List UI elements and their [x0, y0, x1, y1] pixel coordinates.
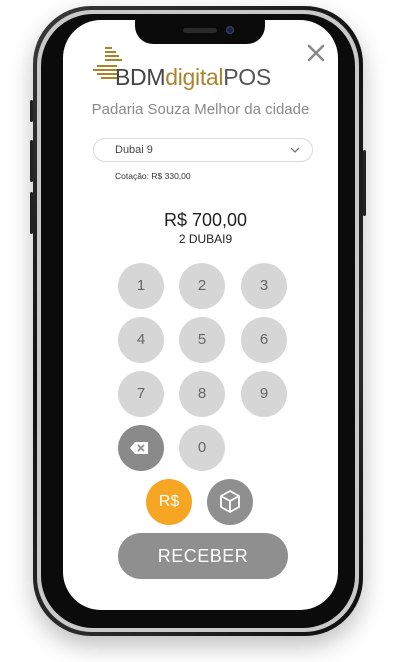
- speaker: [183, 28, 217, 33]
- amount-crypto: 2 DUBAI9: [178, 232, 233, 246]
- key-6[interactable]: 6: [241, 317, 287, 363]
- key-8[interactable]: 8: [179, 371, 225, 417]
- fiat-mode-button[interactable]: R$: [146, 479, 192, 525]
- mute-switch: [30, 100, 33, 122]
- brand-wordmark: BDMdigitalPOS: [115, 64, 271, 91]
- key-7[interactable]: 7: [118, 371, 164, 417]
- crypto-mode-button[interactable]: [207, 479, 253, 525]
- exchange-rate: Cotação: R$ 330,00: [115, 171, 191, 181]
- brand-part-pos: POS: [223, 64, 271, 90]
- key-9[interactable]: 9: [241, 371, 287, 417]
- amount-fiat: R$ 700,00: [163, 210, 248, 230]
- key-2[interactable]: 2: [179, 263, 225, 309]
- key-3[interactable]: 3: [241, 263, 287, 309]
- key-1[interactable]: 1: [118, 263, 164, 309]
- backspace-button[interactable]: [118, 425, 164, 471]
- power-button: [363, 150, 366, 216]
- currency-select-value: Dubai 9: [115, 144, 153, 156]
- app-screen: BDMdigitalPOS Padaria Souza Melhor da ci…: [63, 20, 338, 610]
- receive-button[interactable]: RECEBER: [118, 533, 288, 579]
- key-0[interactable]: 0: [179, 425, 225, 471]
- front-camera: [226, 26, 234, 34]
- cube-icon: [220, 490, 240, 513]
- currency-select[interactable]: Dubai 9: [93, 138, 313, 162]
- brand-part-bdm: BDM: [115, 64, 166, 90]
- brand-part-digital: digital: [165, 64, 224, 90]
- volume-up-button: [30, 140, 33, 182]
- key-5[interactable]: 5: [179, 317, 225, 363]
- backspace-icon: [130, 442, 148, 454]
- key-4[interactable]: 4: [118, 317, 164, 363]
- chevron-down-icon: [290, 147, 300, 153]
- volume-down-button: [30, 192, 33, 234]
- notch: [135, 20, 265, 44]
- brand-logo: BDMdigitalPOS: [91, 46, 291, 94]
- close-icon[interactable]: [305, 42, 327, 64]
- store-name: Padaria Souza Melhor da cidade: [91, 101, 310, 118]
